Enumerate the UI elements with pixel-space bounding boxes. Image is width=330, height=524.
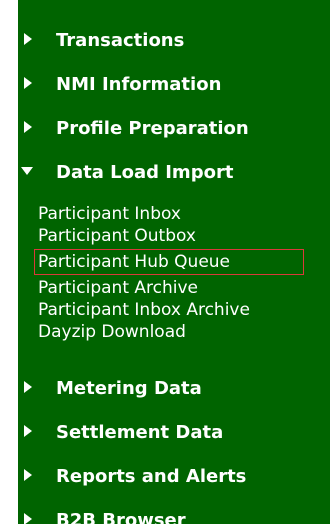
menu-item-b2b-browser[interactable]: B2B Browser — [18, 500, 330, 524]
triangle-right-icon — [24, 121, 32, 133]
submenu-item-dayzip-download[interactable]: Dayzip Download — [38, 322, 186, 342]
menu-item-label: Profile Preparation — [56, 118, 249, 139]
menu-item-reports-and-alerts[interactable]: Reports and Alerts — [18, 456, 330, 496]
submenu-item-participant-archive[interactable]: Participant Archive — [38, 278, 198, 298]
submenu-item-participant-inbox-archive[interactable]: Participant Inbox Archive — [38, 300, 250, 320]
triangle-right-icon — [24, 513, 32, 524]
triangle-right-icon — [24, 381, 32, 393]
menu-item-label: B2B Browser — [56, 510, 186, 524]
triangle-right-icon — [24, 33, 32, 45]
menu-item-transactions[interactable]: Transactions — [18, 20, 330, 60]
menu-item-data-load-import[interactable]: Data Load Import — [18, 152, 330, 192]
triangle-down-icon — [21, 167, 33, 175]
menu-item-metering-data[interactable]: Metering Data — [18, 368, 330, 408]
submenu-item-label: Participant Hub Queue — [38, 252, 231, 272]
menu-item-label: NMI Information — [56, 74, 222, 95]
menu-item-label: Transactions — [56, 30, 185, 51]
menu-item-settlement-data[interactable]: Settlement Data — [18, 412, 330, 452]
navigation-panel: Transactions NMI Information Profile Pre… — [18, 0, 330, 524]
triangle-right-icon — [24, 469, 32, 481]
menu-item-label: Reports and Alerts — [56, 466, 247, 487]
menu-item-label: Settlement Data — [56, 422, 224, 443]
submenu-item-participant-inbox[interactable]: Participant Inbox — [38, 204, 181, 224]
submenu-item-participant-outbox[interactable]: Participant Outbox — [38, 226, 196, 246]
menu-item-label: Metering Data — [56, 378, 202, 399]
submenu-item-participant-hub-queue[interactable]: Participant Hub Queue — [34, 249, 304, 275]
triangle-right-icon — [24, 77, 32, 89]
triangle-right-icon — [24, 425, 32, 437]
menu-item-nmi-information[interactable]: NMI Information — [18, 64, 330, 104]
menu-item-profile-preparation[interactable]: Profile Preparation — [18, 108, 330, 148]
menu-item-label: Data Load Import — [56, 162, 234, 183]
